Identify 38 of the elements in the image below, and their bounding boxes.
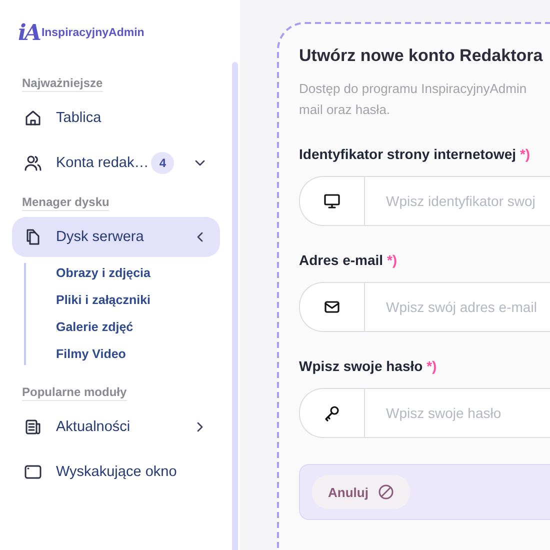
document-icon xyxy=(24,418,42,436)
nav-item[interactable]: Dysk serwera xyxy=(12,217,220,257)
section-heading: Najważniejsze xyxy=(22,76,103,92)
text-input[interactable]: Wpisz swój adres e-mail xyxy=(365,283,550,331)
input-field[interactable]: Wpisz swoje hasło xyxy=(299,388,550,438)
monitor-icon xyxy=(323,192,341,210)
nav-item[interactable]: Konta redak… 4 xyxy=(12,143,220,183)
section-heading: Popularne moduły xyxy=(22,385,127,401)
form-title: Utwórz nowe konto Redaktora xyxy=(299,46,544,66)
window-icon xyxy=(24,463,42,481)
cancel-button[interactable]: Anuluj xyxy=(312,475,410,509)
mail-icon xyxy=(323,298,341,316)
logo-mark: iA xyxy=(18,20,40,46)
field-label: Wpisz swoje hasło *) xyxy=(299,358,438,374)
submenu-item[interactable]: Filmy Video xyxy=(56,346,220,363)
text-input[interactable]: Wpisz swoje hasło xyxy=(365,389,550,437)
submenu-item[interactable]: Obrazy i zdjęcia xyxy=(56,265,220,282)
logo-text: InspiracyjnyAdmin xyxy=(41,27,144,39)
description-text: mail oraz hasła. xyxy=(299,101,392,119)
count-badge: 4 xyxy=(151,152,174,174)
field-label: Identyfikator strony internetowej *) xyxy=(299,146,532,162)
description-text: Dostęp do programu InspiracyjnyAdmin xyxy=(299,80,528,98)
field-label: Adres e-mail *) xyxy=(299,252,398,268)
home-icon xyxy=(24,109,42,127)
submenu-item[interactable]: Galerie zdjęć xyxy=(56,319,220,336)
input-field[interactable]: Wpisz swój adres e-mail xyxy=(299,282,550,332)
text-input[interactable]: Wpisz identyfikator swoj xyxy=(365,177,550,225)
files-icon xyxy=(24,228,42,246)
section-heading: Menager dysku xyxy=(22,195,110,211)
cancel-icon xyxy=(378,484,394,500)
nav-item[interactable]: Wyskakujące okno xyxy=(12,452,220,492)
input-field[interactable]: Wpisz identyfikator swoj xyxy=(299,176,550,226)
submenu-item[interactable]: Pliki i załączniki xyxy=(56,292,220,309)
key-icon xyxy=(323,404,341,422)
scrollbar[interactable] xyxy=(232,62,238,550)
users-icon xyxy=(24,154,42,172)
nav-item[interactable]: Tablica xyxy=(12,98,220,138)
nav-item[interactable]: Aktualności xyxy=(12,407,220,447)
